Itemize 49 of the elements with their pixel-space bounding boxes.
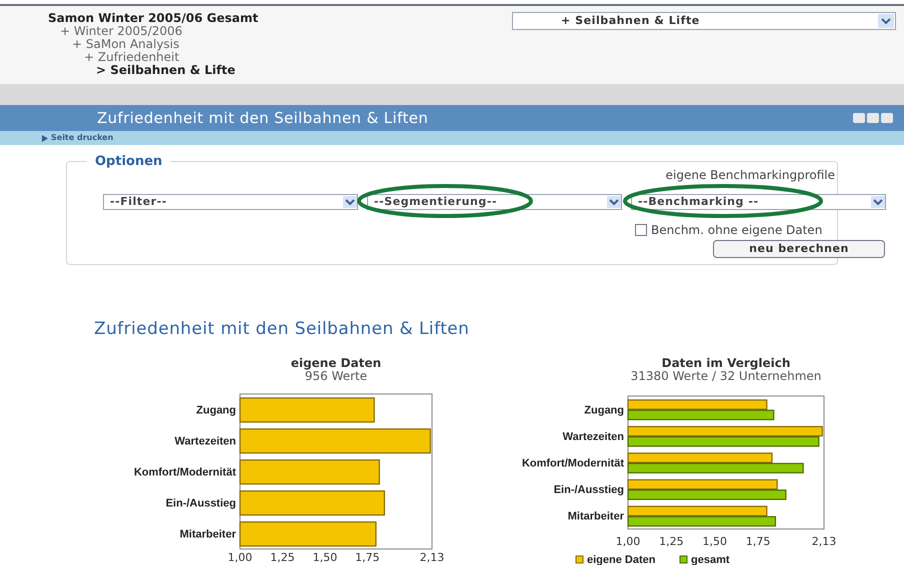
legend-label: gesamt xyxy=(691,554,730,565)
tree-item[interactable]: + Winter 2005/2006 xyxy=(48,25,512,38)
tree-item[interactable]: + Zufriedenheit xyxy=(48,51,512,64)
page-title: Zufriedenheit mit den Seilbahnen & Liften xyxy=(97,108,430,129)
print-link[interactable]: Seite drucken xyxy=(51,132,114,144)
tick-label: 1,25 xyxy=(659,534,684,548)
tick-label: 2,13 xyxy=(420,550,444,564)
tick-label: 1,25 xyxy=(270,550,295,564)
category-label: Ein-/Ausstieg xyxy=(554,484,624,496)
chart-subtitle: 956 Werte xyxy=(304,368,368,382)
checkbox[interactable] xyxy=(635,224,647,236)
dropdown-arrow-icon xyxy=(607,196,621,208)
checkbox-label: Benchm. ohne eigene Daten xyxy=(651,222,822,239)
tick-label: 1,00 xyxy=(228,550,252,564)
legend-swatch xyxy=(680,555,688,563)
tick-label: 2,13 xyxy=(812,534,836,548)
category-label: Wartezeiten xyxy=(562,430,624,442)
tick-label: 1,00 xyxy=(616,534,640,548)
profile-label: eigene Benchmarkingprofile xyxy=(666,167,835,184)
chart-title: eigene Daten xyxy=(290,356,382,370)
category-label: Wartezeiten xyxy=(174,435,236,447)
page-select[interactable]: + Seilbahnen & Lifte xyxy=(512,12,896,30)
legend-label: eigene Daten xyxy=(587,554,656,565)
category-label: Zugang xyxy=(584,404,624,416)
dropdown-arrow-icon xyxy=(343,196,357,208)
dropdown[interactable]: --Segmentierung-- xyxy=(367,194,622,210)
recalculate-button[interactable]: neu berechnen xyxy=(713,240,885,258)
category-label: Komfort/Modernität xyxy=(134,466,236,478)
tree-root: Samon Winter 2005/06 Gesamt xyxy=(48,12,260,25)
dropdown[interactable]: --Benchmarking -- xyxy=(631,194,886,210)
window-controls-icon xyxy=(852,111,896,125)
legend-swatch xyxy=(576,555,584,563)
dropdown-arrow-icon xyxy=(871,196,885,208)
category-label: Mitarbeiter xyxy=(568,510,624,522)
category-label: Mitarbeiter xyxy=(180,528,236,540)
tick-label: 1,75 xyxy=(746,534,770,548)
tick-label: 1,50 xyxy=(702,534,727,548)
section-title: Zufriedenheit mit den Seilbahnen & Liften xyxy=(94,318,470,341)
chart-title: Daten im Vergleich xyxy=(662,356,790,370)
tree-item[interactable]: > Seilbahnen & Lifte xyxy=(48,64,512,77)
tick-label: 1,50 xyxy=(312,550,338,564)
category-label: Zugang xyxy=(196,404,236,416)
tree-item[interactable]: + SaMon Analysis xyxy=(48,38,512,51)
category-label: Komfort/Modernität xyxy=(522,457,624,469)
dropdown[interactable]: --Filter-- xyxy=(103,194,358,210)
tick-label: 1,75 xyxy=(355,550,380,564)
category-label: Ein-/Ausstieg xyxy=(166,497,236,509)
chart-subtitle: 31380 Werte / 32 Unternehmen xyxy=(630,368,822,382)
triangle-icon xyxy=(42,134,48,142)
